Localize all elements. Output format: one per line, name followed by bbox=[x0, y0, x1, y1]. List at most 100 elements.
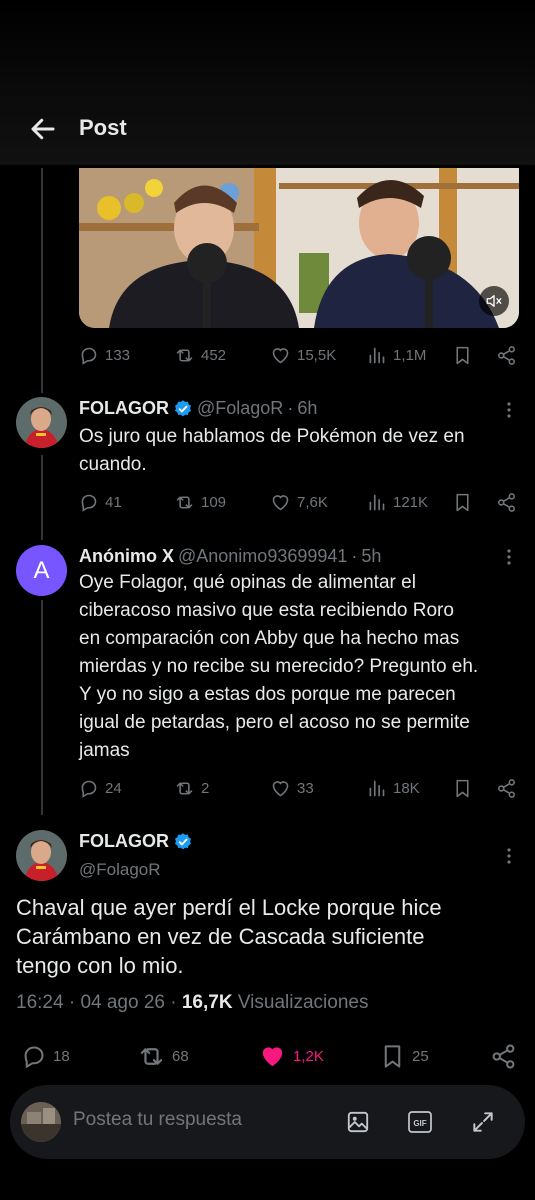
bookmark-icon bbox=[384, 1044, 401, 1068]
more-icon[interactable] bbox=[499, 846, 519, 866]
more-icon[interactable] bbox=[499, 547, 519, 567]
heart-filled-icon bbox=[262, 1046, 283, 1066]
reply-icon bbox=[24, 1045, 44, 1068]
reply1-actions: 41 109 7,6K 121K bbox=[0, 490, 535, 514]
like-count: 15,5K bbox=[297, 346, 337, 364]
avatar[interactable]: A bbox=[16, 545, 67, 596]
share-button[interactable] bbox=[496, 345, 517, 366]
reply-button[interactable]: 24 bbox=[78, 778, 122, 799]
like-count: 1,2K bbox=[293, 1047, 324, 1065]
bookmark-icon bbox=[456, 493, 469, 511]
mute-icon[interactable] bbox=[479, 286, 509, 316]
post-date[interactable]: 04 ago 26 bbox=[80, 992, 165, 1013]
parent-post-actions: 133 452 15,5K 1,1M bbox=[0, 343, 535, 367]
views-button[interactable]: 121K bbox=[366, 492, 428, 513]
views-icon bbox=[369, 494, 385, 510]
text-line: cuando. bbox=[79, 454, 147, 475]
post-text: Oye Folagor, qué opinas de alimentar el … bbox=[79, 569, 524, 765]
bookmark-icon bbox=[456, 346, 469, 364]
text-line: en comparación con Abby que ha hecho mas bbox=[79, 628, 460, 649]
post-time[interactable]: 16:24 bbox=[16, 992, 64, 1013]
verified-badge-icon bbox=[175, 399, 191, 416]
repost-button[interactable]: 68 bbox=[137, 1042, 189, 1071]
main-post-actions: 18 68 1,2K 25 bbox=[0, 1042, 535, 1070]
gif-icon[interactable]: GIF bbox=[407, 1109, 433, 1135]
bookmark-button[interactable] bbox=[452, 492, 473, 513]
author-name[interactable]: FOLAGOR bbox=[79, 831, 169, 852]
separator-dot: · bbox=[68, 992, 81, 1013]
text-line: ciberacoso masivo que esta recibiendo Ro… bbox=[79, 600, 454, 621]
text-line: Carámbano en vez de Cascada suficiente bbox=[16, 924, 425, 949]
bookmark-button[interactable]: 25 bbox=[379, 1043, 429, 1070]
reply-count: 18 bbox=[53, 1047, 70, 1065]
author-row: FOLAGOR bbox=[79, 831, 193, 852]
reply-button[interactable]: 41 bbox=[78, 492, 122, 513]
repost-icon bbox=[176, 495, 193, 509]
views-icon bbox=[369, 347, 385, 363]
bookmark-count: 25 bbox=[412, 1047, 429, 1065]
gif-label: GIF bbox=[413, 1119, 426, 1128]
reply-icon bbox=[81, 780, 97, 798]
reply-count: 41 bbox=[105, 493, 122, 511]
reply-button[interactable]: 18 bbox=[20, 1043, 70, 1070]
text-line: Y yo no sigo a estas dos porque me parec… bbox=[79, 684, 456, 705]
repost-button[interactable]: 109 bbox=[174, 492, 226, 513]
post-time[interactable]: 6h bbox=[297, 398, 317, 419]
repost-icon bbox=[176, 348, 193, 362]
share-button[interactable] bbox=[496, 778, 517, 799]
like-count: 33 bbox=[297, 779, 314, 797]
repost-button[interactable]: 452 bbox=[174, 345, 226, 366]
share-button[interactable] bbox=[490, 1043, 517, 1070]
heart-icon bbox=[272, 347, 289, 363]
views-label[interactable]: Visualizaciones bbox=[238, 992, 369, 1013]
avatar[interactable] bbox=[21, 1102, 61, 1142]
avatar-letter: A bbox=[33, 556, 50, 584]
text-line: igual de petardas, pero el acoso no se p… bbox=[79, 712, 470, 733]
repost-count: 109 bbox=[201, 493, 227, 511]
views-button[interactable]: 18K bbox=[366, 778, 420, 799]
avatar[interactable] bbox=[16, 830, 67, 881]
post-text: Os juro que hablamos de Pokémon de vez e… bbox=[79, 423, 519, 479]
views-icon bbox=[369, 780, 385, 796]
like-count: 7,6K bbox=[297, 493, 328, 511]
author-handle[interactable]: @Anonimo93699941 bbox=[178, 546, 347, 567]
post-metadata: 16:24 · 04 ago 26 · 16,7K Visualizacione… bbox=[16, 992, 368, 1014]
author-name[interactable]: Anónimo X bbox=[79, 546, 174, 567]
like-button[interactable]: 33 bbox=[270, 778, 314, 799]
heart-icon bbox=[272, 780, 289, 796]
reply-count: 24 bbox=[105, 779, 122, 797]
separator-dot: · bbox=[287, 398, 294, 418]
like-button[interactable]: 15,5K bbox=[270, 345, 336, 366]
like-button[interactable]: 1,2K bbox=[258, 1042, 324, 1071]
text-line: tengo con lo mio. bbox=[16, 953, 184, 978]
more-icon[interactable] bbox=[499, 400, 519, 420]
avatar[interactable] bbox=[16, 397, 67, 448]
image-icon[interactable] bbox=[345, 1109, 371, 1135]
reply-button[interactable]: 133 bbox=[78, 345, 130, 366]
separator-dot: · bbox=[170, 992, 182, 1013]
author-handle[interactable]: @FolagoR bbox=[197, 398, 283, 419]
view-count[interactable]: 16,7K bbox=[182, 992, 233, 1013]
heart-icon bbox=[272, 494, 289, 510]
text-line: jamas bbox=[79, 740, 130, 761]
author-name[interactable]: FOLAGOR bbox=[79, 398, 169, 419]
share-icon bbox=[498, 778, 515, 798]
view-count: 121K bbox=[393, 493, 429, 511]
views-button[interactable]: 1,1M bbox=[366, 345, 426, 366]
repost-button[interactable]: 2 bbox=[174, 778, 209, 799]
text-line: Os juro que hablamos de Pokémon de vez e… bbox=[79, 426, 465, 447]
video-thumbnail[interactable] bbox=[79, 168, 519, 328]
bookmark-button[interactable] bbox=[452, 345, 473, 366]
author-handle[interactable]: @FolagoR bbox=[79, 860, 161, 880]
post-time[interactable]: 5h bbox=[361, 546, 381, 567]
like-button[interactable]: 7,6K bbox=[270, 492, 328, 513]
bookmark-button[interactable] bbox=[452, 778, 473, 799]
back-arrow-icon[interactable] bbox=[28, 114, 58, 144]
repost-count: 2 bbox=[201, 779, 210, 797]
share-icon bbox=[498, 345, 515, 365]
reply-input[interactable] bbox=[73, 1109, 313, 1131]
share-button[interactable] bbox=[496, 492, 517, 513]
author-row: FOLAGOR @FolagoR · 6h bbox=[79, 398, 317, 419]
expand-icon[interactable] bbox=[470, 1109, 496, 1135]
post-text: Chaval que ayer perdí el Locke porque hi… bbox=[16, 893, 506, 980]
